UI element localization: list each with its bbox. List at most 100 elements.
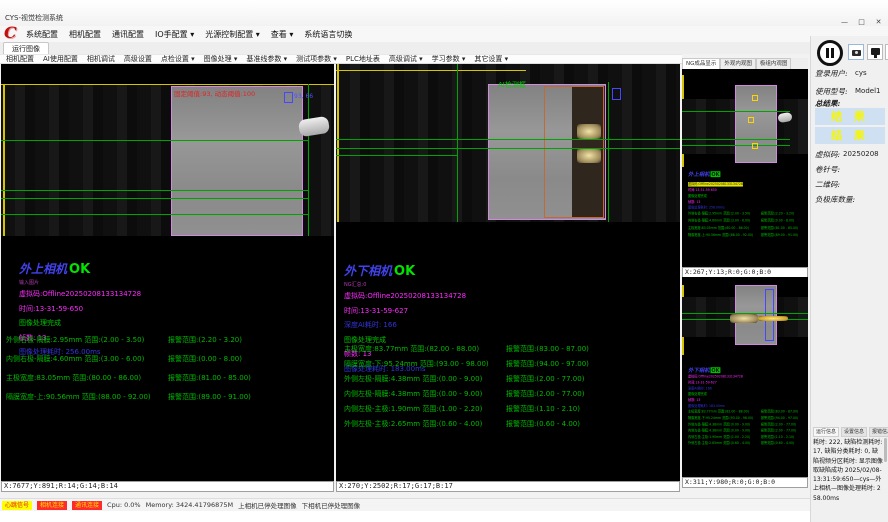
toolbar-baseline-params[interactable]: 基准线参数 ▾ (246, 54, 287, 64)
login-user-value: cys (855, 69, 867, 77)
upper-result-box: 结 果 (815, 108, 885, 125)
toolbar-camera-debug[interactable]: 相机调试 (87, 54, 115, 64)
toolbar-ai-usage[interactable]: AI使用配置 (43, 54, 78, 64)
lower-camera-message: 下相机已停处理图像 (302, 500, 361, 510)
menu-view[interactable]: 查看 ▾ (271, 29, 294, 40)
toolbar: 相机配置 AI使用配置 相机调试 高级设置 点检设置 ▾ 图像处理 ▾ 基准线参… (0, 54, 682, 64)
tab-error-info[interactable]: 报错信息 (869, 427, 888, 437)
toolbar-learning-params[interactable]: 学习参数 ▾ (432, 54, 466, 64)
measurement-row: 主极宽度:83.05mm 范围:(80.00 - 86.00)报警范围:(81.… (6, 373, 332, 383)
upper-camera-measurements: 外侧右极-隔膜:2.95mm 范围:(2.00 - 3.50)报警范围:(2.2… (6, 335, 332, 411)
measurement-row: 外侧左极-主极:2.65mm 范围:(0.60 - 4.00)报警范围:(0.6… (344, 419, 678, 429)
upper-camera-message: 上相机已停处理图像 (238, 500, 297, 510)
control-panel: 登录用户: cys 使用型号: Model1 总结果: 结 果 结 果 虚拟码:… (810, 36, 888, 522)
camera-lens-icon (855, 51, 858, 54)
toolbar-advanced-debug[interactable]: 高级调试 ▾ (389, 54, 423, 64)
login-user-label: 登录用户: (815, 68, 848, 79)
menu-light-config[interactable]: 光源控制配置 ▾ (205, 29, 260, 40)
ng-upper-thumbnail-canvas[interactable]: 外上相机OK 虚拟码:Offline20250208133134728 时间:1… (682, 69, 808, 267)
menu-language-switch[interactable]: 系统语言切换 (304, 29, 352, 40)
ai-time-line: 深度AI耗时: 166 (344, 320, 466, 330)
upper-camera-pixel-status: X:7677;Y:891;R:14;G:14;B:14 (1, 481, 334, 492)
title-bar: CYS-视觉检测系统 — □ ✕ (0, 0, 888, 26)
camera-connection-badge: 相机连接 (37, 501, 67, 510)
screen-stand-icon (874, 55, 877, 58)
app-window: CYS-视觉检测系统 — □ ✕ C 系统配置 相机配置 通讯配置 IO手配置 … (0, 0, 888, 522)
yellow-guide-line (1, 84, 334, 85)
measurement-row: 隔膜宽度-下:95.24mm 范围:(93.00 - 98.00)报警范围:(9… (344, 359, 678, 369)
app-status-bar: 心跳信号 相机连接 通讯连接 Cpu: 0.0% Memory: 3424.41… (0, 498, 810, 511)
blue-marker-box (284, 92, 293, 103)
measure-line-vertical (608, 82, 609, 222)
toolbar-other-settings[interactable]: 其它设置 ▾ (474, 54, 508, 64)
tab-cell-inner-view[interactable]: 极组内观图 (756, 58, 792, 69)
upper-camera-canvas[interactable]: 固定阈值:93, 动态阈值:100 93, 66 外上相机OK 输入图片 虚拟码… (1, 64, 334, 481)
bottom-margin (0, 511, 810, 522)
measure-line (1, 190, 308, 191)
pause-button[interactable] (817, 40, 843, 66)
tab-run-info[interactable]: 运行信息 (813, 427, 839, 437)
run-log-text: 耗时: 222, 缺陷检测耗时: 17, 缺陷分类耗时: 0, 缺陷视频分区耗时… (813, 438, 883, 503)
blue-marker-box (765, 289, 774, 341)
yellow-marker (752, 95, 758, 101)
time-line: 时间:13-31-59-627 (344, 306, 466, 316)
measurement-row: 主极宽度:83.77mm 范围:(82.00 - 88.00)报警范围:(83.… (344, 344, 678, 354)
result-ok-label: OK (69, 262, 90, 277)
reflective-part (758, 316, 788, 321)
threshold-overlay-text: 固定阈值:93, 动态阈值:100 (174, 88, 255, 98)
model-label: 使用型号: (815, 86, 848, 97)
panel-sub-label: NG汇总:0 (344, 281, 466, 288)
menu-camera-config[interactable]: 相机配置 (69, 29, 101, 40)
snapshot-button[interactable] (848, 44, 864, 60)
tab-ng-product[interactable]: NG成品显示 (682, 58, 720, 69)
process-done-line: 图像处理完成 (344, 335, 466, 345)
memory-usage: Memory: 3424.41796875M (146, 501, 234, 509)
blue-marker-value: 93, 66 (294, 93, 313, 100)
yellow-marker (748, 117, 754, 123)
ng-upper-result-text: 外上相机OK 虚拟码:Offline20250208133134728 时间:1… (688, 169, 808, 240)
result-ok-label: OK (394, 264, 415, 279)
ng-lower-thumbnail-canvas[interactable]: 外下相机OK 虚拟码:Offline20250208133134728 时间:1… (682, 277, 808, 477)
lower-camera-canvas[interactable]: AI检测框 外下相机OK NG汇总:0 虚拟码:Offline202502081… (336, 64, 680, 481)
measure-line (1, 214, 308, 215)
monitor-button[interactable] (867, 44, 883, 60)
toolbar-spot-check[interactable]: 点检设置 ▾ (161, 54, 195, 64)
measurement-row: 内侧左极-隔膜:4.38mm 范围:(0.00 - 9.00)报警范围:(2.0… (344, 389, 678, 399)
tab-outer-inner-view[interactable]: 外观内观图 (720, 58, 756, 69)
measure-line (336, 139, 680, 140)
toolbar-advanced-settings[interactable]: 高级设置 (124, 54, 152, 64)
log-scrollbar[interactable] (884, 438, 887, 462)
menu-comm-config[interactable]: 通讯配置 (112, 29, 144, 40)
measure-line (336, 155, 458, 156)
camera-name-label: 外上相机 (19, 262, 67, 276)
yellow-marker (752, 143, 758, 149)
lower-camera-measurements: 主极宽度:83.77mm 范围:(82.00 - 88.00)报警范围:(83.… (344, 344, 678, 434)
ai-box-label: AI检测框 (498, 80, 526, 90)
model-value: Model1 (855, 87, 880, 95)
measure-line (336, 148, 680, 149)
barcode-label: 虚拟码: (815, 149, 840, 160)
yellow-guide-line (336, 70, 526, 71)
measurement-row: 内侧左极-主极:1.90mm 范围:(1.00 - 2.20)报警范围:(1.1… (344, 404, 678, 414)
toolbar-plc-table[interactable]: PLC地址表 (346, 54, 380, 64)
screen-icon (871, 48, 880, 55)
blue-marker-box (612, 88, 621, 100)
measure-line (682, 145, 790, 146)
tab-settings-info[interactable]: 设置信息 (841, 427, 867, 437)
heartbeat-badge: 心跳信号 (2, 501, 32, 510)
pause-icon (826, 48, 829, 58)
menu-io-config[interactable]: IO手配置 ▾ (155, 29, 194, 40)
ai-detection-box (544, 86, 604, 218)
log-tabs: 运行信息 设置信息 报错信息 (813, 427, 888, 437)
qr-code-label: 二维码: (815, 179, 840, 190)
measure-line (682, 139, 790, 140)
winding-needle-label: 卷针号: (815, 164, 840, 175)
ng-lower-result-text: 外下相机OK 虚拟码:Offline20250208133134728 时间:1… (688, 365, 808, 447)
toolbar-image-processing[interactable]: 图像处理 ▾ (204, 54, 238, 64)
measure-line (682, 111, 790, 112)
toolbar-test-params[interactable]: 测试项参数 ▾ (296, 54, 337, 64)
menu-system-config[interactable]: 系统配置 (26, 29, 58, 40)
toolbar-camera-config[interactable]: 相机配置 (6, 54, 34, 64)
app-logo-icon: C (4, 23, 17, 42)
panel-sub-label: 输入图片 (19, 279, 141, 286)
